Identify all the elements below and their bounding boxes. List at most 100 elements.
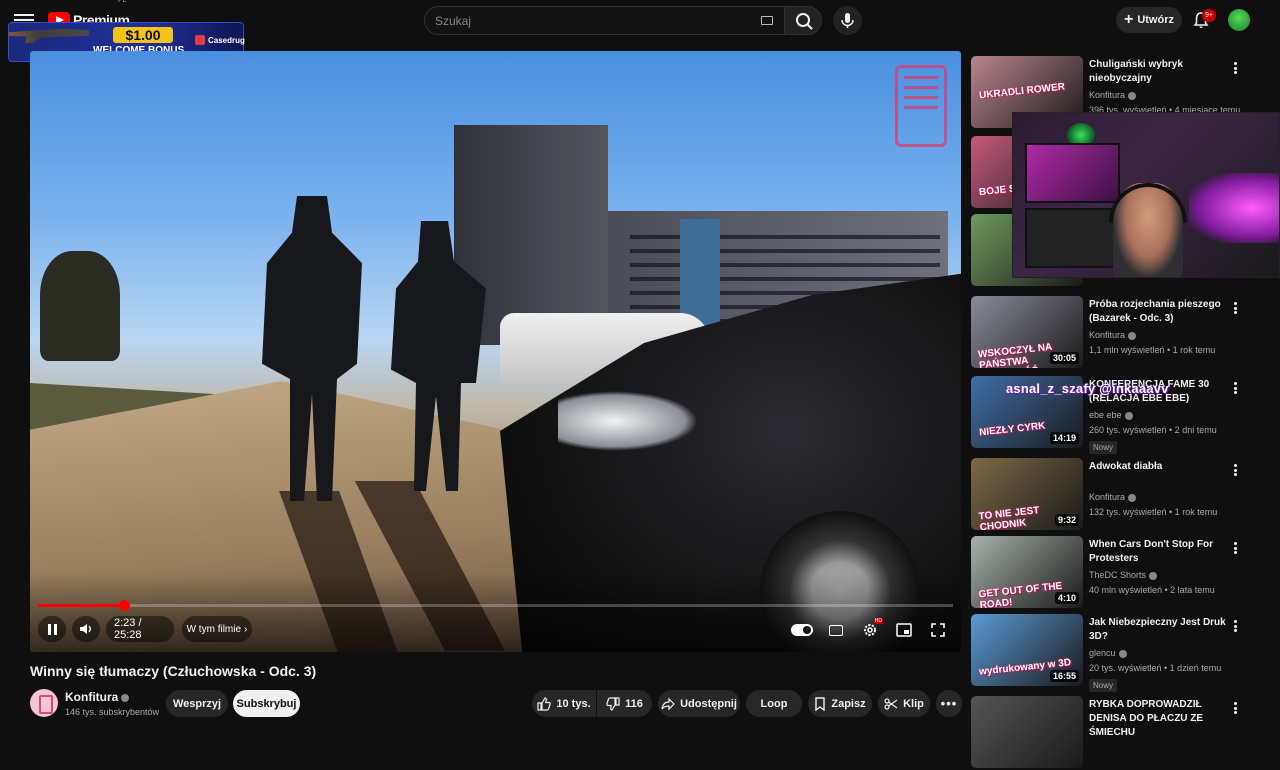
progress-scrubber[interactable] (119, 600, 130, 611)
scissors-icon (884, 697, 898, 710)
volume-button[interactable] (72, 616, 100, 642)
voice-search-button[interactable] (833, 6, 862, 35)
recommendation-title[interactable]: Jak Niebezpieczny Jest Druk 3D? (1089, 616, 1229, 644)
channel-name[interactable]: Konfitura (65, 690, 118, 704)
miniplayer-button[interactable] (893, 619, 915, 641)
support-label: Wesprzyj (172, 697, 222, 710)
keyboard-icon[interactable] (761, 16, 773, 25)
progress-bar[interactable] (38, 600, 953, 611)
more-vertical-icon[interactable] (1229, 462, 1241, 478)
recommendation-title[interactable]: Chuligański wybryk nieobyczajny (1089, 58, 1229, 86)
like-count: 10 tys. (556, 697, 591, 710)
loop-button[interactable]: Loop (746, 690, 802, 717)
save-button[interactable]: Zapisz (808, 690, 872, 717)
tree-silhouette (40, 251, 120, 361)
pause-icon-bar (53, 623, 57, 635)
subscribe-button[interactable]: Subskrybuj (233, 690, 300, 717)
channel-avatar[interactable] (30, 689, 58, 717)
kebab-dot (1233, 711, 1237, 714)
kebab-dot (1233, 629, 1237, 632)
recommendation-channel[interactable]: Konfitura (1089, 492, 1137, 502)
more-actions-button[interactable]: ••• (936, 690, 962, 717)
subtitles-icon (829, 624, 843, 636)
recommendation-item[interactable]: WSKOCZYŁ NA PAŃSTWA WŁASNOŚĆ30:05Próba r… (971, 296, 1261, 370)
verified-icon (1118, 649, 1127, 658)
recommendation-meta: 40 mln wyświetleń • 2 lata temu (1089, 585, 1215, 595)
new-badge: Nowy (1089, 441, 1118, 454)
video-thumbnail[interactable]: GET OUT OF THE ROAD! 4:10 (971, 536, 1083, 608)
share-button[interactable]: Udostępnij (658, 690, 740, 717)
video-thumbnail[interactable]: wydrukowany w 3D 16:55 (971, 614, 1083, 686)
recommendation-item[interactable]: TO NIE JEST CHODNIK 9:32 Adwokat diabła Kon… (971, 458, 1261, 532)
channel-name-row[interactable]: Konfitura (65, 690, 130, 704)
kebab-dot (1233, 468, 1237, 472)
recommendation-title[interactable]: When Cars Don't Stop For Protesters (1089, 538, 1229, 566)
more-horizontal-icon: ••• (940, 696, 958, 711)
more-vertical-icon[interactable] (1229, 540, 1241, 556)
video-thumbnail[interactable]: TO NIE JEST CHODNIK 9:32 (971, 458, 1083, 530)
chapters-button[interactable]: W tym filmie › (182, 616, 252, 642)
settings-button[interactable]: HD (859, 618, 883, 641)
recommendation-meta: 20 tys. wyświetleń • 1 dzień temu (1089, 663, 1222, 673)
video-duration: 4:10 (1054, 592, 1079, 604)
thumbs-up-icon (537, 696, 552, 711)
verified-icon (1128, 91, 1137, 100)
country-code: PL (118, 0, 127, 4)
recommendation-title[interactable]: Próba rozjechania pieszego (Bazarek - Od… (1089, 298, 1229, 326)
loop-label: Loop (760, 697, 788, 710)
like-button[interactable]: 10 tys. (532, 690, 596, 717)
kebab-dot (1233, 302, 1237, 305)
kebab-dot (1233, 386, 1237, 390)
verified-icon (1128, 493, 1137, 502)
time-display: 2:23 / 25:28 (106, 616, 174, 642)
video-thumbnail[interactable]: WSKOCZYŁ NA PAŃSTWA WŁASNOŚĆ30:05 (971, 296, 1083, 368)
more-vertical-icon[interactable] (1229, 60, 1241, 76)
video-player[interactable]: 2:23 / 25:28 W tym filmie › HD (30, 51, 961, 652)
recommendation-channel[interactable]: ebe ebe (1089, 410, 1133, 420)
video-thumbnail[interactable] (971, 696, 1083, 768)
recommendation-item[interactable]: wydrukowany w 3D 16:55 Jak Niebezpieczny J… (971, 614, 1261, 692)
recommendation-channel[interactable]: Konfitura (1089, 330, 1137, 340)
search-input[interactable] (425, 7, 725, 34)
dislike-count: 116 (625, 697, 643, 710)
more-vertical-icon[interactable] (1229, 300, 1241, 316)
clip-button[interactable]: Klip (878, 690, 930, 717)
recommendation-channel[interactable]: glencu (1089, 648, 1127, 658)
dislike-button[interactable]: 116 (597, 690, 652, 717)
pause-button[interactable] (38, 616, 66, 642)
subtitles-button[interactable] (825, 619, 847, 641)
kebab-dot (1233, 66, 1237, 70)
recommendation-channel-name: Konfitura (1089, 492, 1126, 502)
kebab-dot (1233, 473, 1237, 476)
fullscreen-button[interactable] (927, 619, 949, 641)
recommendation-channel[interactable]: TheDC Shorts (1089, 570, 1158, 580)
streamer-webcam (1012, 112, 1280, 278)
recommendation-title[interactable]: Adwokat diabła (1089, 460, 1229, 474)
recommendation-title[interactable]: RYBKA DOPROWADZIŁ DENISA DO PŁACZU ZE ŚM… (1089, 698, 1229, 740)
kebab-dot (1233, 702, 1237, 705)
subscriber-count: 146 tys. subskrybentów (65, 707, 160, 717)
monitor-graphic (1025, 143, 1120, 203)
verified-icon (121, 693, 130, 702)
kebab-dot (1233, 542, 1237, 545)
search-button[interactable] (784, 6, 822, 35)
user-avatar[interactable] (1228, 9, 1250, 31)
support-button[interactable]: Wesprzyj (166, 690, 228, 717)
recommendation-channel[interactable]: Konfitura (1089, 90, 1137, 100)
recommendation-item[interactable]: GET OUT OF THE ROAD! 4:10 When Cars Don't … (971, 536, 1261, 610)
chevron-right-icon: › (244, 623, 248, 635)
kebab-dot (1233, 464, 1237, 467)
promo-amount: $1.00 (113, 27, 173, 43)
more-vertical-icon[interactable] (1229, 380, 1241, 396)
kebab-dot (1233, 311, 1237, 314)
promo-brand: Casedrug (195, 35, 245, 45)
autoplay-toggle[interactable] (791, 619, 813, 641)
led-light (1189, 173, 1279, 243)
stream-overlay-text: asnal_z_szafy @inkaaavv (1006, 381, 1169, 396)
create-button[interactable]: + Utwórz (1116, 7, 1182, 33)
recommendation-item[interactable]: RYBKA DOPROWADZIŁ DENISA DO PŁACZU ZE ŚM… (971, 696, 1261, 770)
more-vertical-icon[interactable] (1229, 700, 1241, 716)
more-vertical-icon[interactable] (1229, 618, 1241, 634)
promo-brand-name: Casedrug (208, 35, 245, 45)
thumbnail-text: UKRADLI ROWER (978, 81, 1066, 102)
